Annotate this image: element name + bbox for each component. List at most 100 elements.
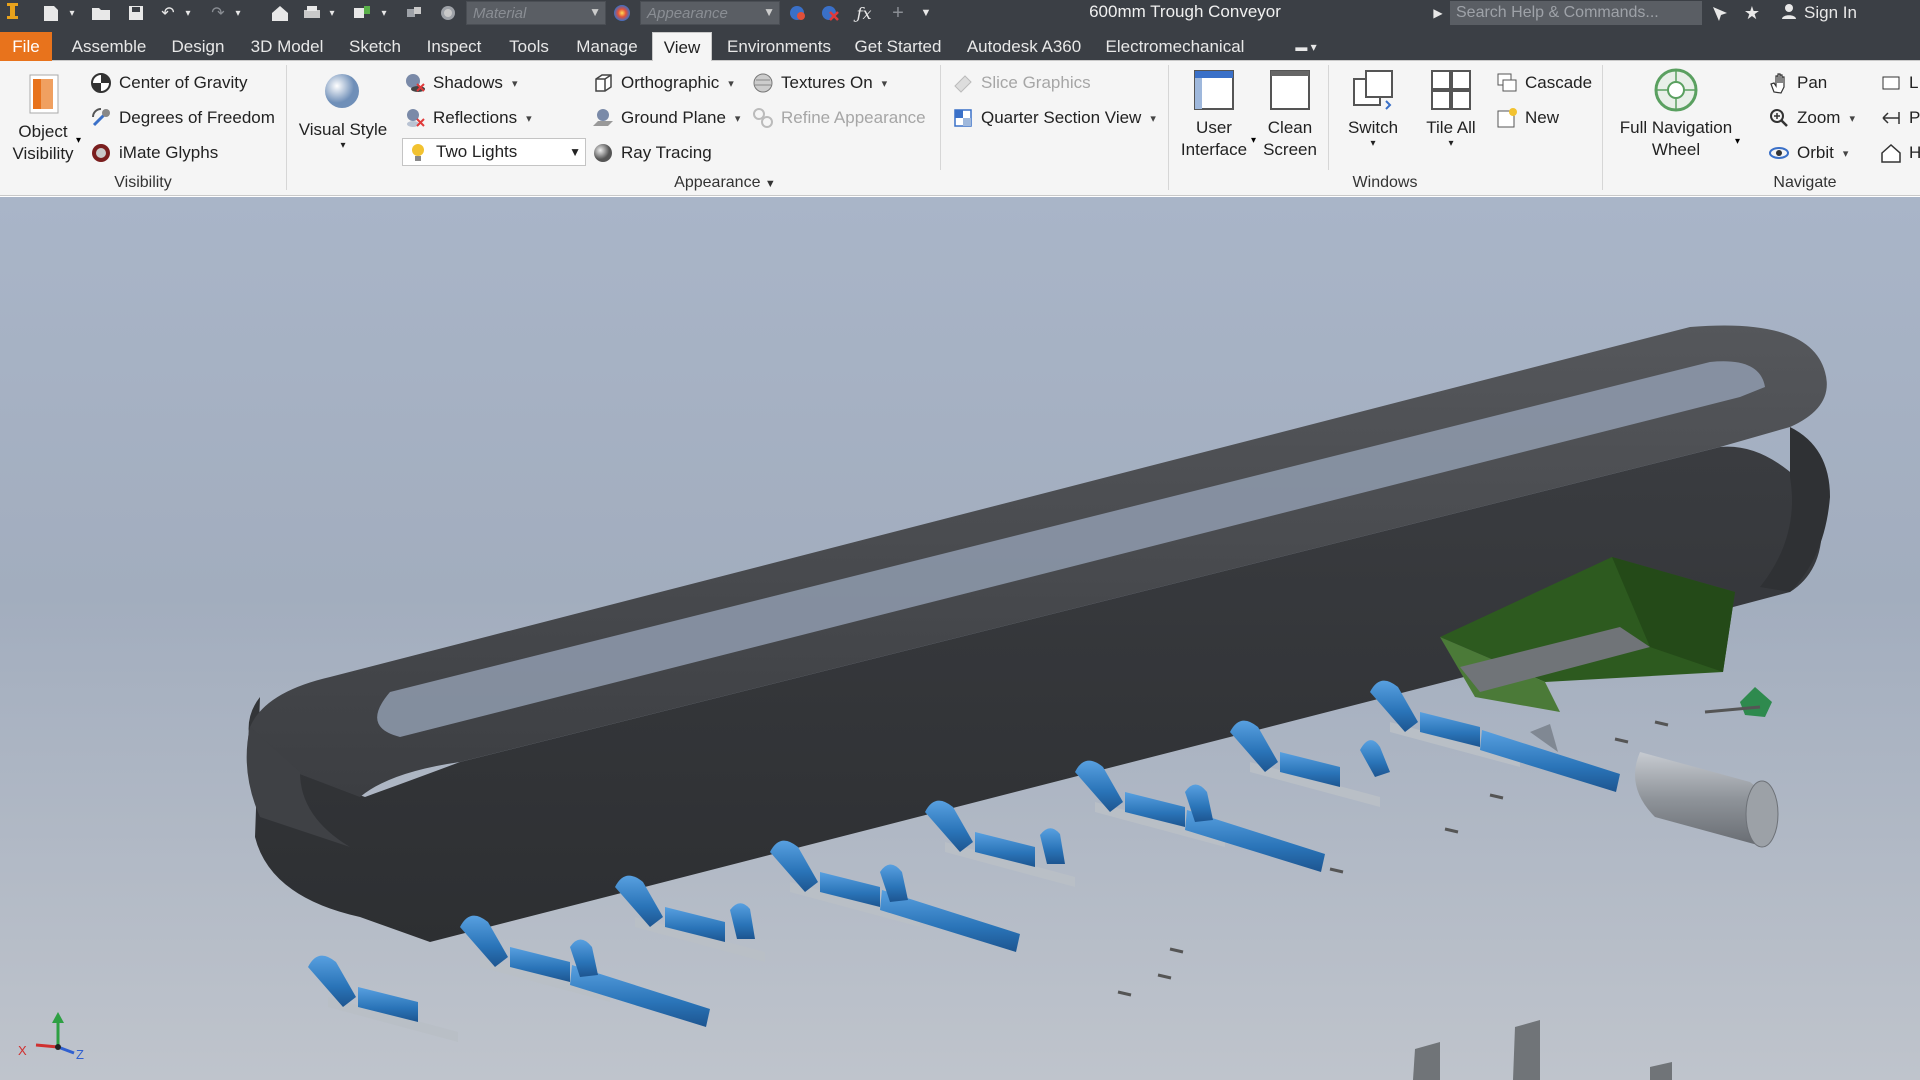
panel-title-visibility: Visibility	[114, 174, 172, 191]
switch-button[interactable]: Switch ▾	[1336, 67, 1410, 149]
tab-environments[interactable]: Environments	[722, 32, 836, 61]
tab-tools[interactable]: Tools	[500, 32, 558, 61]
graphics-viewport[interactable]: X Z	[0, 197, 1920, 1080]
navigation-wheel-chevron-icon[interactable]: ▾	[1735, 136, 1740, 147]
home-icon[interactable]	[268, 0, 292, 26]
shadows-button[interactable]: Shadows ▾	[404, 68, 517, 98]
motor-bracket[interactable]	[1704, 687, 1772, 717]
reflections-button[interactable]: Reflections ▾	[404, 103, 532, 133]
tab-file[interactable]: File	[0, 32, 52, 61]
object-visibility-chevron-icon[interactable]: ▾	[76, 135, 81, 146]
panel-title-appearance[interactable]: Appearance ▼	[660, 174, 790, 192]
refine-appearance-button[interactable]: Refine Appearance	[752, 103, 926, 133]
tab-get-started[interactable]: Get Started	[846, 32, 950, 61]
tab-3d-model[interactable]: 3D Model	[240, 32, 334, 61]
ribbon-display-toggle-icon[interactable]: ▬ ▾	[1284, 32, 1328, 61]
favorites-star-icon[interactable]: ★	[1740, 0, 1764, 26]
idler-set[interactable]	[308, 955, 458, 1042]
look-at-button[interactable]: L	[1880, 68, 1918, 98]
globe-icon[interactable]	[436, 0, 460, 26]
cascade-button[interactable]: Cascade	[1496, 68, 1592, 98]
new-dropdown-chevron-icon[interactable]: ▾	[66, 0, 78, 26]
object-visibility-button[interactable]: Object Visibility	[6, 71, 80, 165]
orthographic-label: Orthographic	[621, 73, 720, 92]
orbit-button[interactable]: Orbit ▾	[1768, 138, 1848, 168]
print-chevron-icon[interactable]: ▾	[326, 0, 338, 26]
tab-electromechanical[interactable]: Electromechanical	[1100, 32, 1250, 61]
idler-set[interactable]	[925, 800, 1075, 887]
user-interface-button[interactable]: User Interface	[1178, 67, 1250, 161]
search-input[interactable]: Search Help & Commands...	[1450, 1, 1702, 25]
zoom-button[interactable]: Zoom ▾	[1768, 103, 1855, 133]
update-icon[interactable]	[350, 0, 374, 26]
reflections-label: Reflections	[433, 108, 518, 127]
textures-on-button[interactable]: Textures On ▾	[752, 68, 887, 98]
panel-separator	[286, 65, 287, 190]
update-chevron-icon[interactable]: ▾	[378, 0, 390, 26]
quarter-section-view-button[interactable]: Quarter Section View ▾	[952, 103, 1156, 133]
slice-graphics-button[interactable]: Slice Graphics	[952, 68, 1091, 98]
tab-inspect[interactable]: Inspect	[418, 32, 490, 61]
shadows-icon	[404, 72, 426, 94]
save-icon[interactable]	[124, 0, 148, 26]
center-of-gravity-button[interactable]: Center of Gravity	[90, 68, 248, 98]
ribbon-tabs: File Assemble Design 3D Model Sketch Ins…	[0, 26, 1920, 61]
select-filter-icon[interactable]	[402, 0, 426, 26]
lighting-style-select[interactable]: Two Lights ▼	[402, 138, 586, 166]
new-window-button[interactable]: New	[1496, 103, 1559, 133]
refine-appearance-label: Refine Appearance	[781, 108, 926, 127]
print-icon[interactable]	[300, 0, 324, 26]
slice-graphics-icon	[952, 72, 974, 94]
home-view-button[interactable]: H	[1880, 138, 1920, 168]
undo-chevron-icon[interactable]: ▾	[182, 0, 194, 26]
zoom-icon	[1768, 107, 1790, 129]
tile-all-button[interactable]: Tile All ▾	[1414, 67, 1488, 149]
tab-view[interactable]: View	[652, 32, 712, 61]
switch-label: Switch	[1347, 118, 1399, 137]
parameters-fx-icon[interactable]: ƒx	[852, 0, 876, 26]
orthographic-icon	[592, 72, 614, 94]
new-file-icon[interactable]	[38, 0, 64, 26]
redo-icon[interactable]: ↷	[206, 0, 230, 26]
user-interface-label: User Interface	[1180, 118, 1248, 159]
redo-chevron-icon[interactable]: ▾	[232, 0, 244, 26]
conveyor-model-render: X Z	[18, 325, 1830, 1080]
tab-assemble[interactable]: Assemble	[62, 32, 156, 61]
idler-set[interactable]	[1230, 720, 1390, 807]
orthographic-button[interactable]: Orthographic ▾	[592, 68, 734, 98]
previous-view-button[interactable]: P	[1880, 103, 1920, 133]
imate-glyphs-button[interactable]: iMate Glyphs	[90, 138, 218, 168]
add-icon[interactable]: +	[886, 0, 910, 26]
customize-quick-access-icon[interactable]: ▼	[916, 0, 936, 26]
quarter-section-view-chevron-icon: ▾	[1150, 112, 1156, 125]
tab-design[interactable]: Design	[164, 32, 232, 61]
visual-style-button[interactable]: Visual Style ▾	[296, 69, 390, 151]
adjust-appearance-icon[interactable]	[786, 0, 810, 26]
clean-screen-button[interactable]: Clean Screen	[1256, 67, 1324, 161]
panel-title-windows: Windows	[1352, 174, 1418, 191]
cascade-icon	[1496, 72, 1518, 94]
pan-button[interactable]: Pan	[1768, 68, 1827, 98]
support-stand[interactable]	[1413, 1020, 1672, 1080]
clear-appearance-icon[interactable]	[818, 0, 842, 26]
appearance-combo[interactable]: Appearance ▼	[640, 1, 780, 25]
autodesk-app-icon[interactable]	[1708, 0, 1732, 26]
search-expand-icon[interactable]: ▶	[1430, 0, 1446, 26]
drive-pulley[interactable]	[1635, 752, 1779, 848]
open-folder-icon[interactable]	[88, 0, 114, 26]
chevron-down-icon: ▼	[763, 5, 775, 19]
ray-tracing-button[interactable]: Ray Tracing	[592, 138, 712, 168]
full-navigation-wheel-button[interactable]: Full Navigation Wheel	[1612, 67, 1740, 161]
sign-in-button[interactable]: Sign In	[1780, 0, 1857, 26]
tab-sketch[interactable]: Sketch	[342, 32, 408, 61]
idler-set[interactable]	[615, 875, 765, 962]
lighting-style-value: Two Lights	[436, 142, 518, 161]
pan-hand-icon	[1768, 72, 1790, 94]
tab-manage[interactable]: Manage	[568, 32, 646, 61]
tab-autodesk-a360[interactable]: Autodesk A360	[962, 32, 1086, 61]
undo-icon[interactable]: ↶	[156, 0, 180, 26]
ground-plane-button[interactable]: Ground Plane ▾	[592, 103, 740, 133]
material-combo[interactable]: Material ▼	[466, 1, 606, 25]
look-at-label: L	[1909, 73, 1919, 92]
degrees-of-freedom-button[interactable]: Degrees of Freedom	[90, 103, 275, 133]
